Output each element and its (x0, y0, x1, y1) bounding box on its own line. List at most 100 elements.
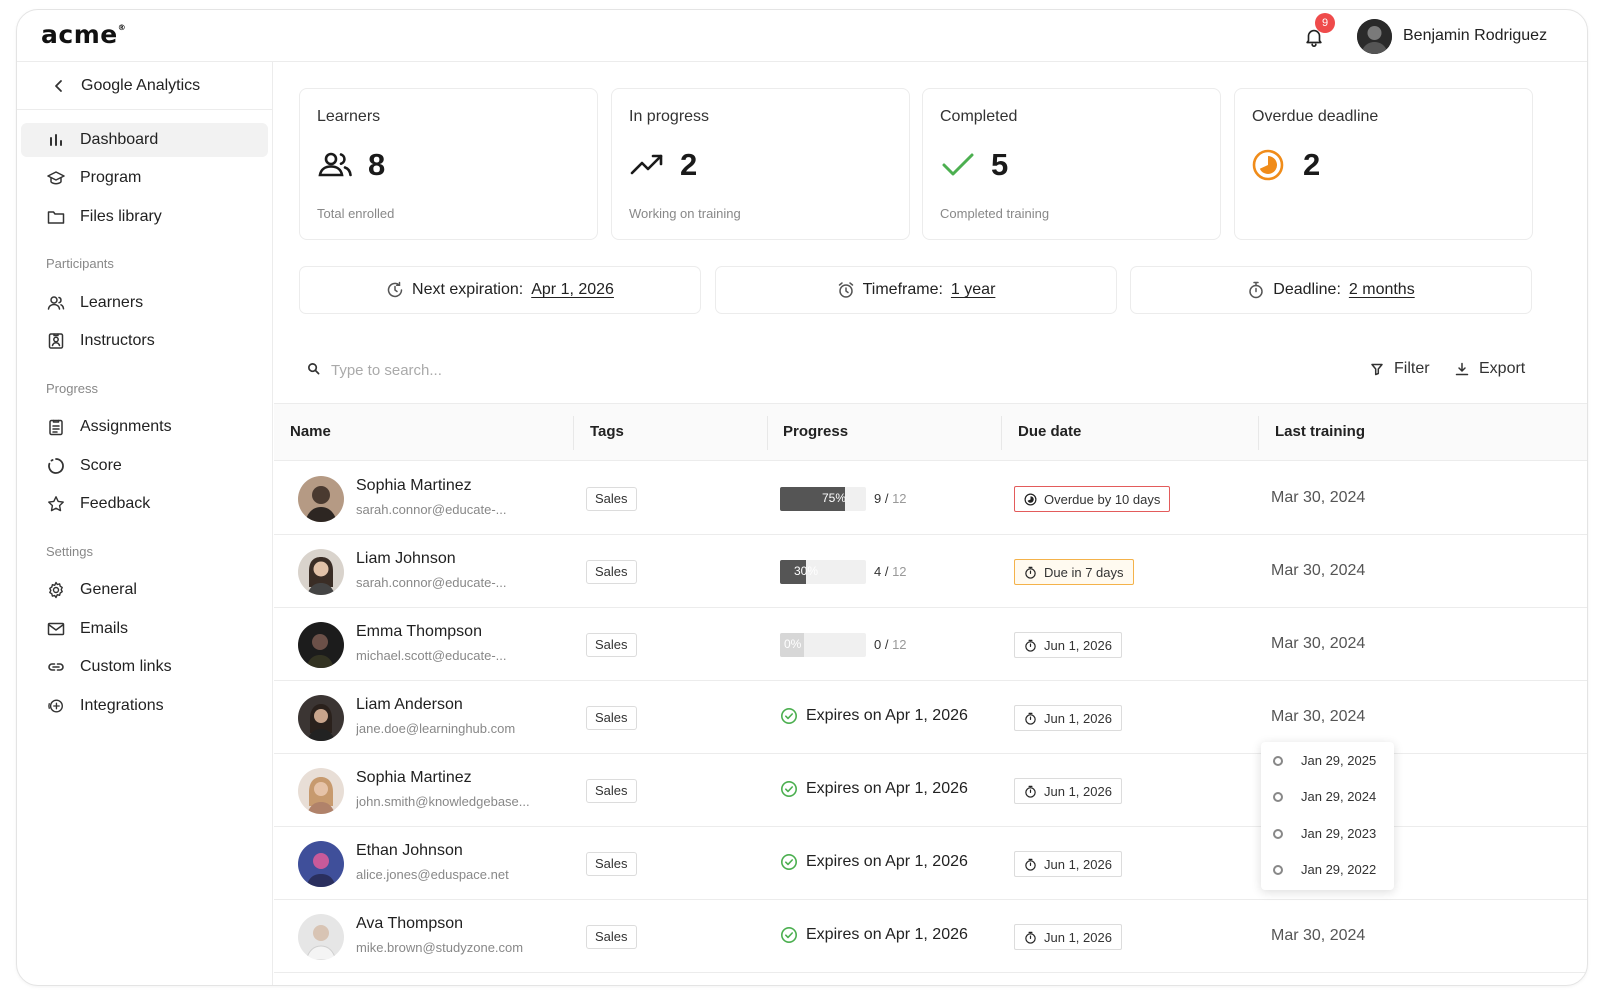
last-training-date[interactable]: Mar 30, 2024 (1271, 927, 1365, 945)
training-history-popover: Jan 29, 2025 Jan 29, 2024 Jan 29, 2023 J… (1261, 742, 1394, 890)
due-date-badge[interactable]: Overdue by 10 days (1014, 486, 1171, 512)
sidebar-item-custom-links[interactable]: Custom links (21, 650, 268, 684)
learner-email: michael.scott@educate-... (356, 648, 507, 663)
tag-badge[interactable]: Sales (586, 852, 637, 876)
check-circle-icon (781, 854, 797, 870)
learner-name[interactable]: Ethan Johnson (356, 842, 463, 860)
deadline-value[interactable]: 2 months (1349, 281, 1415, 299)
sidebar-item-label: Score (80, 457, 122, 474)
column-header-tags[interactable]: Tags (590, 423, 624, 440)
search-icon (308, 363, 320, 375)
filter-label: Filter (1394, 360, 1430, 377)
due-date-badge[interactable]: Due in 7 days (1014, 559, 1134, 585)
tag-badge[interactable]: Sales (586, 925, 637, 949)
table-header: Name Tags Progress Due date Last trainin… (274, 403, 1587, 461)
due-date-badge[interactable]: Jun 1, 2026 (1014, 924, 1122, 950)
sidebar-item-instructors[interactable]: Instructors (21, 324, 268, 358)
stopwatch-icon (1025, 858, 1036, 871)
learner-name[interactable]: Ava Thompson (356, 915, 463, 933)
stopwatch-icon (1025, 566, 1036, 579)
history-date: Jan 29, 2023 (1301, 826, 1377, 841)
learner-name[interactable]: Liam Anderson (356, 696, 463, 714)
search-box[interactable] (307, 359, 707, 381)
due-date-badge[interactable]: Jun 1, 2026 (1014, 778, 1122, 804)
section-title-participants: Participants (46, 256, 114, 271)
table-row[interactable]: Emma Thompson michael.scott@educate-... … (274, 608, 1587, 681)
last-training-date[interactable]: Mar 30, 2024 (1271, 489, 1365, 507)
user-name[interactable]: Benjamin Rodriguez (1403, 27, 1547, 45)
tag-badge[interactable]: Sales (586, 706, 637, 730)
learner-name[interactable]: Liam Johnson (356, 550, 456, 568)
stat-subtitle: Working on training (629, 206, 741, 221)
last-training-date[interactable]: Mar 30, 2024 (1271, 635, 1365, 653)
due-date-badge[interactable]: Jun 1, 2026 (1014, 851, 1122, 877)
table-row[interactable]: Liam Johnson sarah.connor@educate-... Sa… (274, 535, 1587, 608)
filter-button[interactable]: Filter (1370, 360, 1430, 378)
next-expiration-value[interactable]: Apr 1, 2026 (531, 281, 614, 299)
timeline-dot (1273, 829, 1283, 839)
avatar (298, 914, 344, 960)
tag-badge[interactable]: Sales (586, 487, 637, 511)
download-icon (1455, 362, 1469, 376)
history-item[interactable]: Jan 29, 2022 (1261, 855, 1394, 885)
sidebar-item-score[interactable]: Score (21, 449, 268, 483)
column-header-progress[interactable]: Progress (783, 423, 848, 440)
sidebar-item-program[interactable]: Program (21, 161, 268, 195)
total-count: 12 (892, 564, 907, 579)
sidebar-item-general[interactable]: General (21, 573, 268, 607)
last-training-date[interactable]: Mar 30, 2024 (1271, 562, 1365, 580)
learner-email: mike.brown@studyzone.com (356, 940, 524, 955)
table-row[interactable]: Ava Thompson mike.brown@studyzone.com Sa… (274, 900, 1587, 973)
learner-name[interactable]: Sophia Martinez (356, 769, 472, 787)
due-date-badge[interactable]: Jun 1, 2026 (1014, 632, 1122, 658)
tag-badge[interactable]: Sales (586, 633, 637, 657)
avatar[interactable] (1357, 19, 1392, 54)
column-header-due-date[interactable]: Due date (1018, 423, 1081, 440)
history-item[interactable]: Jan 29, 2024 (1261, 782, 1394, 812)
sidebar-item-label: Feedback (80, 495, 151, 512)
avatar (298, 476, 344, 522)
bar-chart-icon (50, 134, 62, 146)
history-date: Jan 29, 2022 (1301, 862, 1377, 877)
learner-name[interactable]: Emma Thompson (356, 623, 482, 641)
sidebar-item-emails[interactable]: Emails (21, 612, 268, 646)
expiry-status: Expires on Apr 1, 2026 (780, 780, 968, 798)
stat-card-completed: Completed 5 Completed training (922, 88, 1221, 240)
due-date-text: Jun 1, 2026 (1044, 637, 1112, 653)
refresh-clock-icon (387, 281, 403, 298)
column-header-last-training[interactable]: Last training (1275, 423, 1365, 440)
acme-logo[interactable]: acme® (41, 20, 126, 49)
column-header-name[interactable]: Name (290, 423, 331, 440)
star-icon (48, 496, 64, 512)
learner-name[interactable]: Sophia Martinez (356, 477, 472, 495)
id-badge-icon (48, 333, 64, 349)
sidebar-item-files-library[interactable]: Files library (21, 200, 268, 234)
back-to-program[interactable]: Google Analytics (17, 62, 272, 110)
sidebar-item-feedback[interactable]: Feedback (21, 487, 268, 521)
timeframe-pill[interactable]: Timeframe: 1 year (715, 266, 1117, 314)
sidebar-item-dashboard[interactable]: Dashboard (21, 123, 268, 157)
sidebar-item-assignments[interactable]: Assignments (21, 410, 268, 444)
folder-icon (47, 211, 65, 224)
sidebar-item-learners[interactable]: Learners (21, 286, 268, 320)
last-training-date[interactable]: Mar 30, 2024 (1271, 708, 1365, 726)
due-date-badge[interactable]: Jun 1, 2026 (1014, 705, 1122, 731)
table-row[interactable]: Sophia Martinez sarah.connor@educate-...… (274, 462, 1587, 535)
search-input[interactable] (331, 359, 671, 381)
timeframe-value[interactable]: 1 year (951, 281, 995, 299)
due-date-text: Jun 1, 2026 (1044, 929, 1112, 945)
sidebar-item-integrations[interactable]: Integrations (21, 689, 268, 723)
history-item[interactable]: Jan 29, 2023 (1261, 819, 1394, 849)
expiry-text: Expires on Apr 1, 2026 (806, 853, 968, 870)
next-expiration-pill[interactable]: Next expiration: Apr 1, 2026 (299, 266, 701, 314)
chevron-left-icon (55, 80, 62, 92)
learner-email: jane.doe@learninghub.com (356, 721, 516, 736)
tag-badge[interactable]: Sales (586, 779, 637, 803)
stat-card-overdue-deadline: Overdue deadline 2 (1234, 88, 1533, 240)
tag-badge[interactable]: Sales (586, 560, 637, 584)
sidebar-item-label: General (80, 581, 137, 598)
history-item[interactable]: Jan 29, 2025 (1261, 746, 1394, 776)
deadline-pill[interactable]: Deadline: 2 months (1130, 266, 1532, 314)
export-button[interactable]: Export (1455, 360, 1525, 378)
sidebar-item-label: Emails (80, 620, 129, 637)
